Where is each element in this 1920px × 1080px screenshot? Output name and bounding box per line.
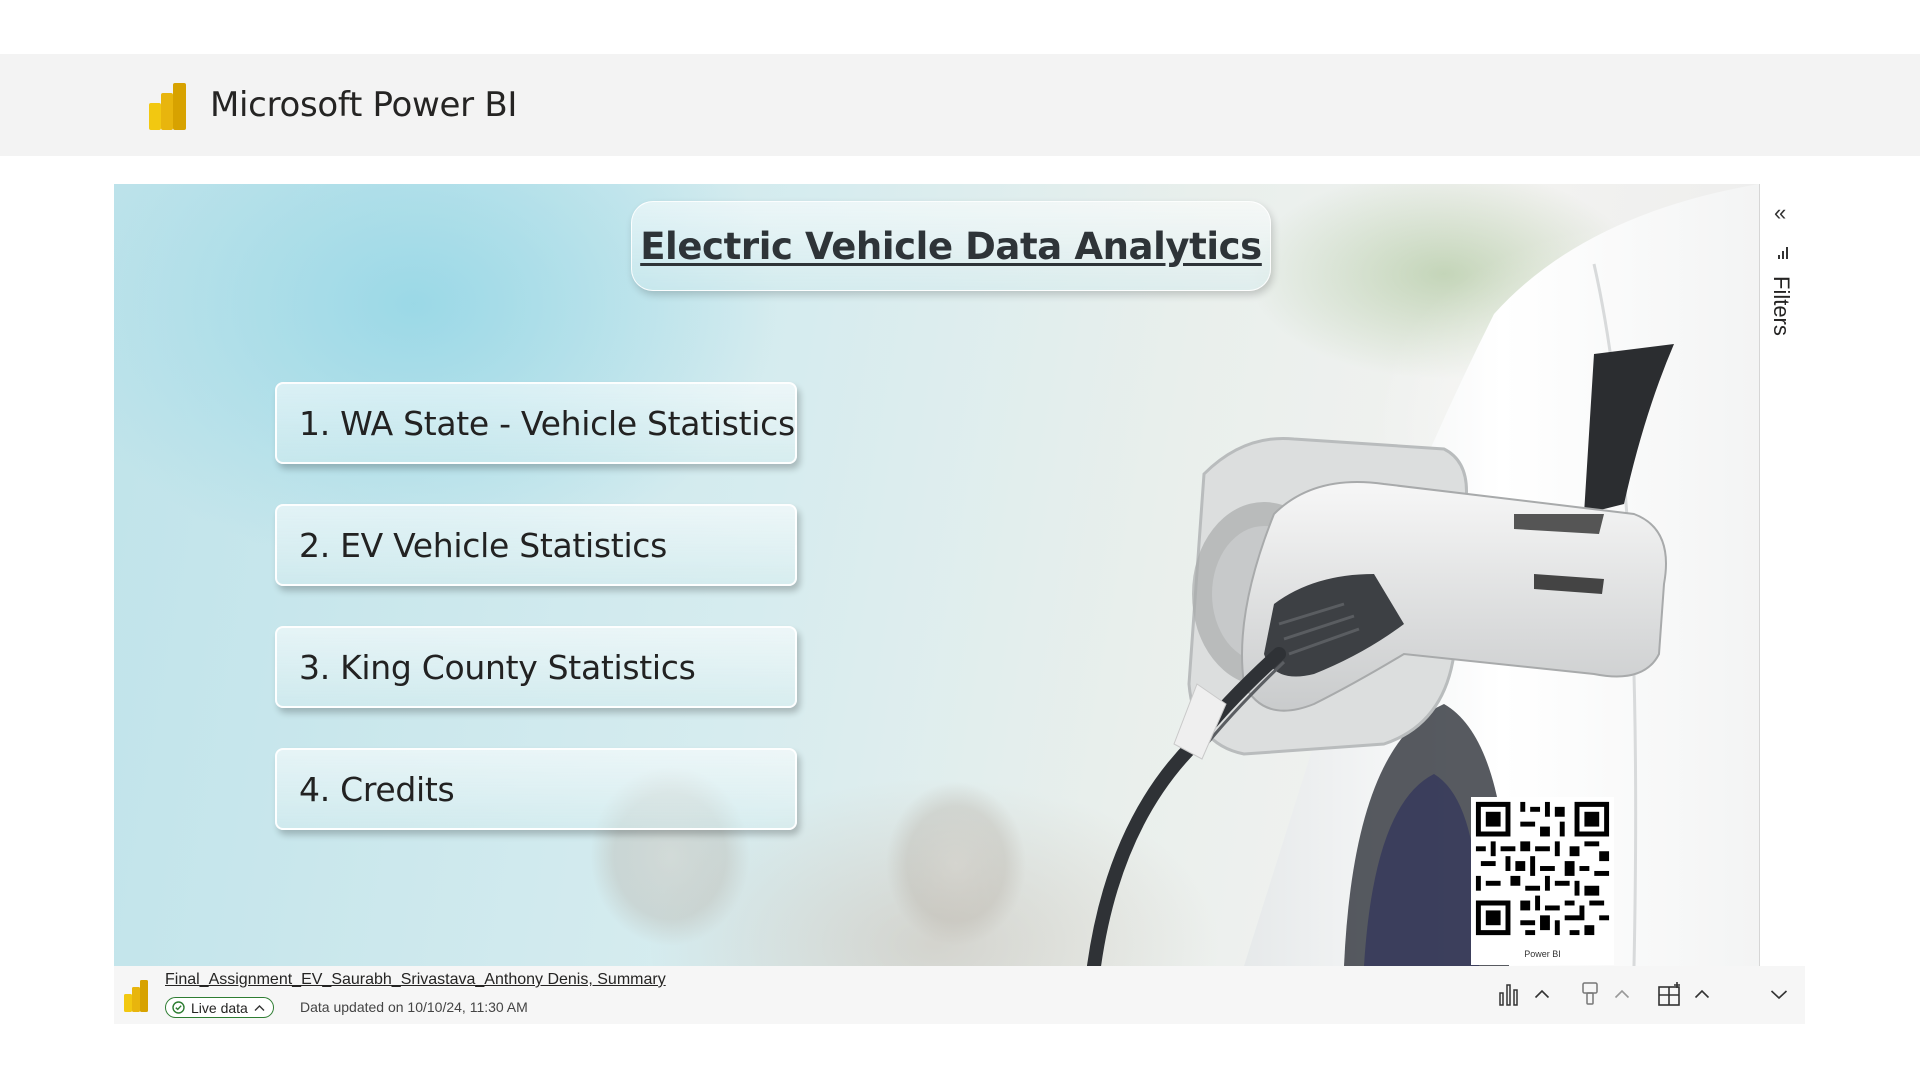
chevron-up-icon[interactable] — [1614, 989, 1630, 999]
filters-label[interactable]: Filters — [1768, 276, 1794, 336]
qr-code-label: Power BI — [1524, 949, 1561, 959]
report-title-box: Electric Vehicle Data Analytics — [631, 201, 1271, 291]
chevron-up-icon — [254, 1004, 265, 1011]
brand-title: Microsoft Power BI — [210, 85, 518, 125]
chevron-down-icon[interactable] — [1770, 989, 1788, 1000]
chevron-up-icon[interactable] — [1694, 989, 1710, 999]
report-footer: Final_Assignment_EV_Saurabh_Srivastava_A… — [114, 966, 1805, 1024]
nav-button-wa-state[interactable]: 1. WA State - Vehicle Statistics — [275, 382, 797, 464]
live-data-label: Live data — [191, 999, 248, 1016]
double-chevron-left-icon[interactable]: « — [1774, 202, 1786, 224]
nav-button-label: 1. WA State - Vehicle Statistics — [299, 403, 795, 443]
filter-icon — [1778, 247, 1788, 259]
filters-pane: « Filters — [1759, 184, 1806, 966]
nav-button-credits[interactable]: 4. Credits — [275, 748, 797, 830]
nav-button-label: 3. King County Statistics — [299, 647, 696, 687]
data-updated-text: Data updated on 10/10/24, 11:30 AM — [300, 999, 528, 1015]
report-name-link[interactable]: Final_Assignment_EV_Saurabh_Srivastava_A… — [165, 971, 666, 989]
bar-chart-icon[interactable] — [1497, 981, 1523, 1007]
paint-brush-icon[interactable] — [1579, 981, 1601, 1007]
nav-button-label: 4. Credits — [299, 769, 455, 809]
nav-button-ev-vehicle[interactable]: 2. EV Vehicle Statistics — [275, 504, 797, 586]
power-bi-logo-icon — [149, 83, 186, 130]
report-title: Electric Vehicle Data Analytics — [640, 224, 1262, 268]
chevron-up-icon[interactable] — [1534, 989, 1550, 999]
check-circle-icon — [172, 1001, 185, 1014]
power-bi-logo-icon — [124, 980, 148, 1012]
report-canvas: Electric Vehicle Data Analytics 1. WA St… — [114, 184, 1759, 966]
live-data-badge[interactable]: Live data — [165, 997, 274, 1018]
qr-code-pattern — [1471, 797, 1614, 940]
nav-button-king-county[interactable]: 3. King County Statistics — [275, 626, 797, 708]
qr-code: Power BI — [1471, 797, 1614, 965]
nav-button-label: 2. EV Vehicle Statistics — [299, 525, 668, 565]
add-table-icon[interactable] — [1657, 981, 1683, 1007]
